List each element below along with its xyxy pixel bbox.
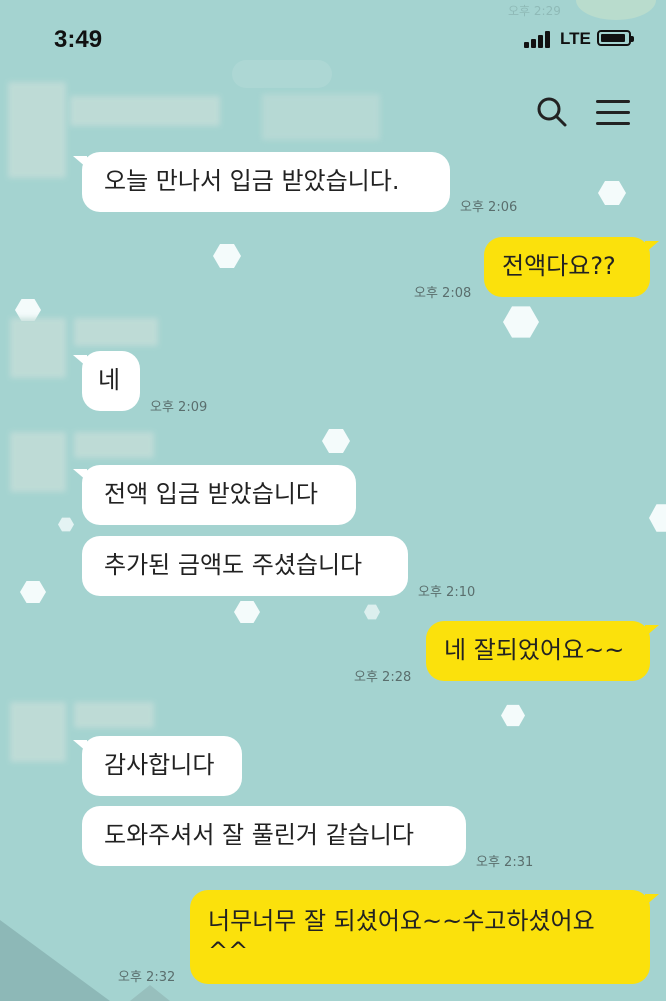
decor-hex (364, 604, 380, 620)
decor-corner (0, 920, 110, 1001)
blurred-avatar (10, 702, 66, 762)
hamburger-menu-icon[interactable] (596, 98, 632, 128)
message-timestamp: 오후 2:09 (150, 400, 208, 415)
decor-hex (234, 600, 260, 624)
blurred-name (70, 96, 220, 126)
outgoing-message-bubble[interactable]: 전액다요?? (484, 237, 659, 297)
incoming-message-bubble[interactable]: 오늘 만나서 입금 받았습니다. (73, 152, 450, 212)
incoming-message-bubble[interactable]: 네 (73, 351, 140, 411)
signal-strength-icon (524, 30, 554, 48)
decor-hex (501, 704, 525, 727)
decor-hex (322, 429, 350, 453)
blurred-avatar (10, 432, 66, 492)
status-time: 3:49 (54, 26, 103, 53)
outgoing-message-bubble[interactable]: 너무너무 잘 되셨어요~~수고하셨어요 ^^ (190, 890, 659, 984)
blurred-name (74, 432, 154, 458)
message-timestamp: 오후 2:08 (414, 286, 472, 301)
decor-hex (58, 517, 74, 532)
decor-hex (503, 306, 539, 338)
network-type: LTE (560, 29, 591, 48)
message-timestamp: 오후 2:06 (460, 200, 518, 215)
message-timestamp: 오후 2:28 (354, 670, 412, 685)
incoming-message-bubble[interactable]: 전액 입금 받았습니다 (73, 465, 356, 525)
decor-corner (130, 985, 170, 1001)
decor-hex (649, 504, 666, 532)
blurred-name (74, 702, 154, 728)
blurred-name (262, 94, 380, 140)
blurred-avatar (8, 82, 66, 178)
ghost-timestamp: 오후 2:29 (508, 4, 561, 18)
blurred-name (74, 318, 158, 346)
incoming-message-bubble[interactable]: 감사합니다 (73, 736, 242, 796)
message-timestamp: 오후 2:10 (418, 585, 476, 600)
message-timestamp: 오후 2:32 (118, 970, 176, 985)
outgoing-message-bubble[interactable]: 네 잘되었어요~~ (426, 621, 659, 681)
search-icon[interactable] (534, 94, 570, 130)
message-timestamp: 오후 2:31 (476, 855, 534, 870)
decor-hex (213, 244, 241, 268)
battery-icon (597, 30, 634, 46)
status-bar: 3:49 LTE (0, 0, 666, 80)
incoming-message-bubble[interactable]: 도와주셔서 잘 풀린거 같습니다 (82, 806, 466, 866)
ghost-overlay (232, 60, 332, 88)
incoming-message-bubble[interactable]: 추가된 금액도 주셨습니다 (82, 536, 408, 596)
decor-hex (20, 580, 46, 604)
decor-hex (598, 181, 626, 205)
blurred-avatar (10, 318, 66, 378)
